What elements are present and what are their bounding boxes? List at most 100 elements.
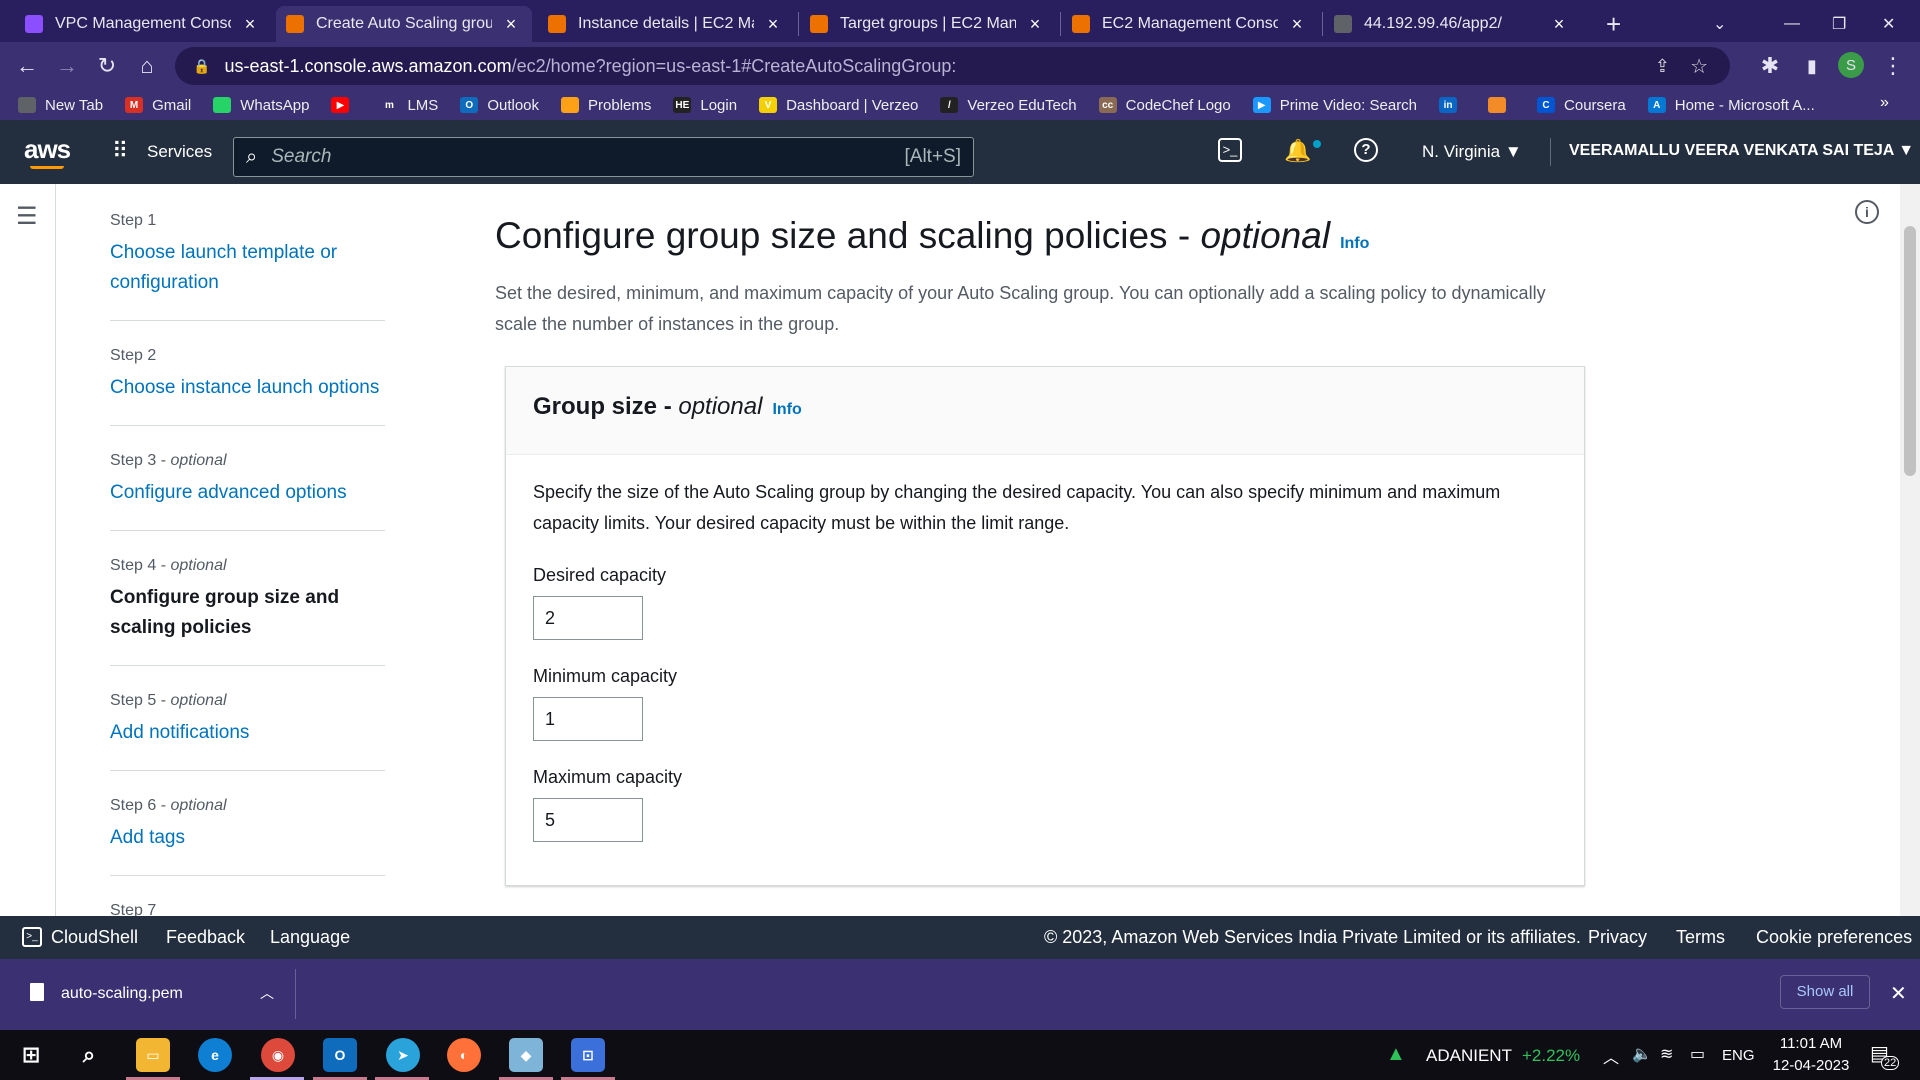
- clock-time[interactable]: 11:01 AM: [1775, 1035, 1847, 1052]
- bookmark-item[interactable]: New Tab: [18, 97, 103, 114]
- profile-avatar[interactable]: S: [1838, 52, 1864, 78]
- app-icon[interactable]: ◆: [509, 1038, 543, 1072]
- bookmark-item[interactable]: Problems: [561, 97, 651, 114]
- stock-name[interactable]: ADANIENT: [1426, 1046, 1512, 1066]
- chrome-icon[interactable]: ◉: [261, 1038, 295, 1072]
- step-title[interactable]: Add notifications: [110, 718, 385, 748]
- browser-tab[interactable]: Create Auto Scaling group | ×: [276, 6, 532, 42]
- bookmark-item[interactable]: m LMS: [380, 97, 438, 114]
- feedback-link[interactable]: Feedback: [166, 927, 245, 948]
- bookmark-item[interactable]: in: [1439, 97, 1466, 113]
- help-icon[interactable]: ?: [1354, 138, 1378, 162]
- cloudshell-footer-icon[interactable]: >_: [22, 927, 42, 947]
- browser-tab[interactable]: VPC Management Console ×: [15, 6, 271, 42]
- bookmark-item[interactable]: HE Login: [673, 97, 737, 114]
- menu-icon[interactable]: ⋮: [1878, 51, 1908, 81]
- download-filename[interactable]: auto-scaling.pem: [61, 985, 183, 1003]
- telegram-icon[interactable]: ➤: [386, 1038, 420, 1072]
- home-icon[interactable]: ⌂: [132, 51, 162, 81]
- chevron-up-icon[interactable]: ︿: [260, 983, 274, 1003]
- services-grid-icon[interactable]: ⠿: [112, 138, 128, 164]
- tab-close-icon[interactable]: ×: [500, 14, 522, 35]
- new-tab-icon[interactable]: +: [1596, 6, 1631, 42]
- bookmark-item[interactable]: A Home - Microsoft A...: [1647, 97, 1815, 114]
- firefox-icon[interactable]: ◐: [447, 1038, 481, 1072]
- page-info-link[interactable]: Info: [1340, 235, 1369, 252]
- bookmarks-overflow-icon[interactable]: »: [1880, 94, 1889, 112]
- bookmark-item[interactable]: ▶: [331, 97, 358, 113]
- close-downloads-icon[interactable]: ✕: [1890, 981, 1907, 1006]
- back-icon[interactable]: ←: [12, 51, 42, 81]
- outlook-taskbar-icon[interactable]: O: [323, 1038, 357, 1072]
- clock-date[interactable]: 12-04-2023: [1767, 1057, 1855, 1074]
- reload-icon[interactable]: ↻: [92, 51, 122, 81]
- info-panel-icon[interactable]: i: [1855, 200, 1879, 224]
- language-link[interactable]: Language: [270, 927, 350, 948]
- language-indicator[interactable]: ENG: [1722, 1047, 1755, 1064]
- bookmark-item[interactable]: [1488, 97, 1515, 113]
- browser-tab[interactable]: EC2 Management Console ×: [1062, 6, 1318, 42]
- group-size-info-link[interactable]: Info: [772, 401, 801, 418]
- cloudshell-link[interactable]: CloudShell: [51, 927, 138, 948]
- volume-icon[interactable]: 🔈: [1632, 1044, 1652, 1064]
- services-button[interactable]: Services: [147, 142, 212, 162]
- privacy-link[interactable]: Privacy: [1588, 927, 1647, 948]
- tab-search-icon[interactable]: ⌄: [1703, 6, 1736, 42]
- tab-close-icon[interactable]: ×: [1024, 14, 1046, 35]
- step-title[interactable]: Configure advanced options: [110, 478, 385, 508]
- scrollbar-thumb[interactable]: [1904, 226, 1916, 476]
- browser-tab[interactable]: 44.192.99.46/app2/ ×: [1324, 6, 1580, 42]
- network-app-icon[interactable]: ⊡: [571, 1038, 605, 1072]
- tab-close-icon[interactable]: ×: [239, 14, 261, 35]
- minimize-icon[interactable]: —: [1774, 6, 1810, 42]
- tab-close-icon[interactable]: ×: [762, 14, 784, 35]
- region-selector[interactable]: N. Virginia ▼: [1422, 142, 1522, 162]
- hamburger-menu-icon[interactable]: ☰: [16, 202, 38, 231]
- bookmark-item[interactable]: C Coursera: [1537, 97, 1626, 114]
- search-input[interactable]: ⌕ Search [Alt+S]: [233, 137, 974, 177]
- aws-logo[interactable]: aws: [24, 134, 71, 165]
- search-taskbar-icon[interactable]: ⌕: [72, 1038, 106, 1072]
- bookmark-item[interactable]: O Outlook: [460, 97, 539, 114]
- wifi-icon[interactable]: ≋: [1660, 1044, 1673, 1064]
- notifications-bell-icon[interactable]: 🔔: [1284, 138, 1311, 164]
- desired-capacity-input[interactable]: [533, 596, 643, 640]
- tray-chevron-up-icon[interactable]: ︿: [1603, 1044, 1619, 1068]
- tab-close-icon[interactable]: ×: [1286, 14, 1308, 35]
- bookmark-item[interactable]: ▶ Prime Video: Search: [1252, 97, 1417, 114]
- terms-link[interactable]: Terms: [1676, 927, 1725, 948]
- url-host: us-east-1.console.aws.amazon.com: [224, 55, 512, 76]
- battery-icon[interactable]: ▭: [1690, 1044, 1705, 1064]
- bookmark-item[interactable]: V Dashboard | Verzeo: [759, 97, 918, 114]
- star-icon[interactable]: ☆: [1690, 54, 1708, 79]
- extensions-icon[interactable]: ✱: [1755, 51, 1785, 81]
- window-close-icon[interactable]: ✕: [1872, 6, 1905, 42]
- bookmark-item[interactable]: cc CodeChef Logo: [1098, 97, 1231, 114]
- page-scrollbar[interactable]: [1900, 184, 1920, 916]
- browser-tab[interactable]: Instance details | EC2 Mana ×: [538, 6, 794, 42]
- tab-close-icon[interactable]: ×: [1548, 14, 1570, 35]
- side-panel-icon[interactable]: ▮: [1797, 51, 1827, 81]
- bookmark-item[interactable]: M Gmail: [125, 97, 191, 114]
- share-icon[interactable]: ⇪: [1655, 56, 1670, 77]
- page-title: Configure group size and scaling policie…: [495, 214, 1895, 266]
- address-bar[interactable]: 🔒 us-east-1.console.aws.amazon.com/ec2/h…: [175, 47, 1730, 85]
- minimum-capacity-input[interactable]: [533, 697, 643, 741]
- cloudshell-icon[interactable]: >_: [1218, 138, 1242, 162]
- cookie-preferences-link[interactable]: Cookie preferences: [1756, 927, 1912, 948]
- bookmark-item[interactable]: WhatsApp: [213, 97, 309, 114]
- forward-icon[interactable]: →: [52, 51, 82, 81]
- windows-start-icon[interactable]: ⊞: [14, 1038, 48, 1072]
- browser-tab[interactable]: Target groups | EC2 Manag ×: [800, 6, 1056, 42]
- maximum-capacity-input[interactable]: [533, 798, 643, 842]
- edge-icon[interactable]: e: [198, 1038, 232, 1072]
- show-all-button[interactable]: Show all: [1780, 975, 1870, 1009]
- step-title[interactable]: Choose launch template or configuration: [110, 238, 385, 298]
- account-menu[interactable]: VEERAMALLU VEERA VENKATA SAI TEJA ▼: [1569, 142, 1914, 160]
- navigation-rail: ☰: [0, 184, 56, 916]
- file-explorer-icon[interactable]: ▭: [136, 1038, 170, 1072]
- step-title[interactable]: Add tags: [110, 823, 385, 853]
- bookmark-item[interactable]: / Verzeo EduTech: [940, 97, 1077, 114]
- restore-icon[interactable]: ❐: [1822, 6, 1856, 42]
- step-title[interactable]: Choose instance launch options: [110, 373, 385, 403]
